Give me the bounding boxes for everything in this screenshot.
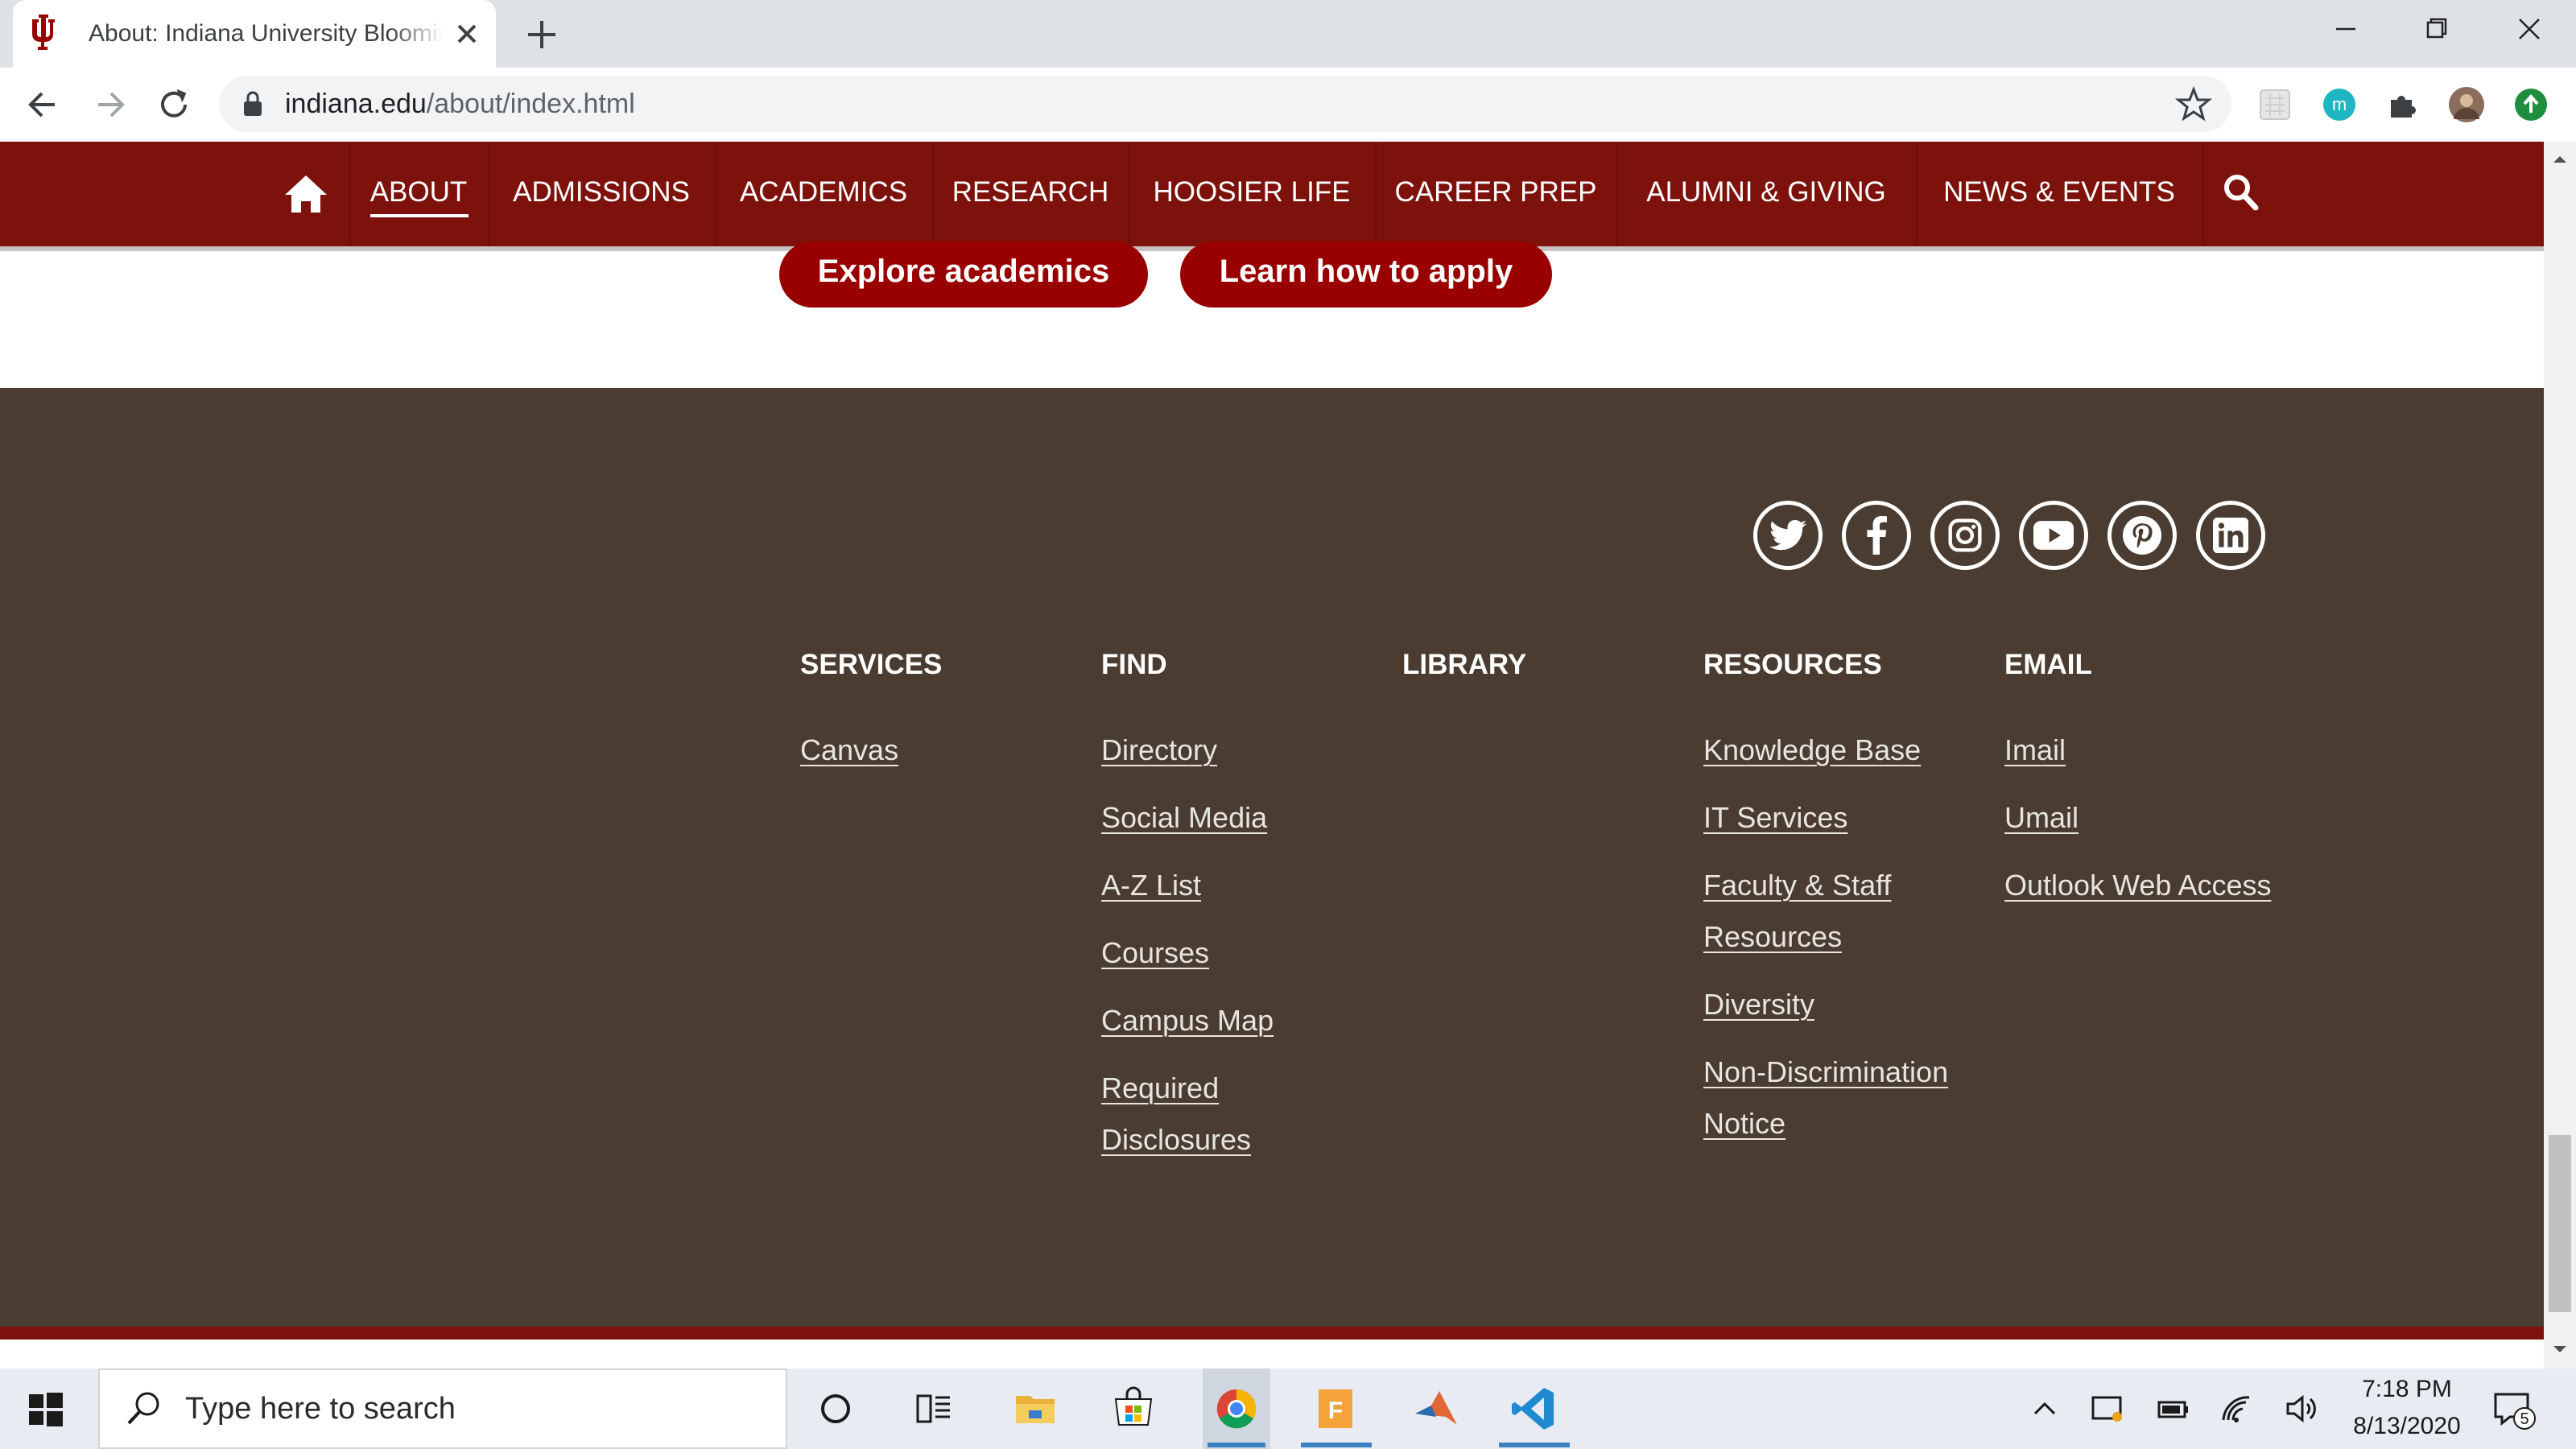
instagram-icon — [1948, 518, 1982, 552]
lock-icon[interactable] — [242, 90, 264, 118]
nav-separator — [2202, 142, 2204, 246]
instagram-link[interactable] — [1930, 501, 2000, 570]
footer-heading-library[interactable]: LIBRARY — [1402, 649, 1526, 681]
chevron-up-icon[interactable] — [2025, 1389, 2064, 1428]
clock-time[interactable]: 7:18 PM — [2318, 1370, 2496, 1409]
footer-link-social-media[interactable]: Social Media — [1101, 792, 1267, 844]
footer-link-required-disclosures[interactable]: Required — [1101, 1063, 1219, 1114]
restore-icon[interactable] — [2413, 13, 2458, 45]
close-tab-icon[interactable] — [451, 18, 483, 50]
svg-text:F: F — [1328, 1397, 1343, 1424]
twitter-link[interactable] — [1753, 501, 1823, 570]
task-view-icon[interactable] — [905, 1381, 963, 1436]
youtube-icon — [2033, 521, 2074, 550]
extensions-puzzle-icon[interactable] — [2381, 84, 2423, 126]
twitter-icon — [1769, 519, 1806, 551]
reload-icon[interactable] — [153, 84, 195, 126]
footer-link-required-disclosures-line2[interactable]: Disclosures — [1101, 1114, 1251, 1166]
footer-heading-email: EMAIL — [2004, 649, 2092, 680]
linkedin-link[interactable] — [2196, 501, 2265, 570]
facebook-link[interactable] — [1842, 501, 1911, 570]
footer-link-diversity[interactable]: Diversity — [1703, 979, 1814, 1030]
svg-text:m: m — [2332, 94, 2347, 114]
youtube-link[interactable] — [2019, 501, 2088, 570]
back-icon[interactable] — [23, 84, 64, 126]
nav-about[interactable]: ABOUT — [349, 142, 488, 248]
scrollbar-thumb[interactable] — [2549, 1135, 2571, 1312]
windows-start-icon[interactable] — [24, 1388, 68, 1431]
footer-link-campus-map[interactable]: Campus Map — [1101, 995, 1274, 1046]
page-bottom — [0, 1340, 2544, 1368]
close-window-icon[interactable] — [2507, 13, 2552, 45]
notifications-icon[interactable]: 5 — [2491, 1386, 2537, 1433]
footer-link-a-z-list[interactable]: A-Z List — [1101, 860, 1201, 911]
nav-news-events[interactable]: NEWS & EVENTS — [1916, 142, 2202, 248]
tab-title: About: Indiana University Bloomington — [89, 20, 443, 47]
footer-link-imail[interactable]: Imail — [2004, 724, 2066, 776]
footer-link-umail[interactable]: Umail — [2004, 792, 2079, 844]
bookmark-star-icon[interactable] — [2175, 85, 2212, 122]
nav-hoosier-life[interactable]: HOOSIER LIFE — [1129, 142, 1375, 248]
footer-link-it-services[interactable]: IT Services — [1703, 792, 1847, 844]
extension-grid-icon[interactable] — [2254, 84, 2296, 126]
footer-link-faculty-staff-resources[interactable]: Faculty & Staff — [1703, 860, 1891, 911]
search-icon[interactable] — [2222, 172, 2259, 213]
url-domain: indiana.edu — [285, 89, 427, 119]
linkedin-icon — [2213, 518, 2248, 553]
nav-alumni-giving[interactable]: ALUMNI & GIVING — [1616, 142, 1916, 248]
m-extension-icon[interactable]: m — [2318, 84, 2360, 126]
active-app-indicator — [1301, 1443, 1372, 1447]
update-icon[interactable] — [2510, 84, 2552, 126]
pinterest-link[interactable] — [2107, 501, 2177, 570]
file-explorer-icon[interactable] — [1006, 1381, 1064, 1436]
search-icon — [127, 1392, 159, 1425]
active-app-indicator — [1208, 1443, 1265, 1447]
forward-icon[interactable] — [89, 84, 130, 126]
nav-admissions[interactable]: ADMISSIONS — [488, 142, 715, 248]
footer-link-courses[interactable]: Courses — [1101, 927, 1209, 979]
notification-count: 5 — [2520, 1410, 2529, 1428]
fusion-360-icon[interactable]: F — [1307, 1381, 1365, 1436]
new-tab-icon[interactable] — [523, 16, 560, 53]
footer-heading-services: SERVICES — [800, 649, 943, 680]
wifi-icon[interactable] — [2219, 1389, 2257, 1428]
microsoft-store-icon[interactable] — [1104, 1381, 1162, 1436]
nav-research[interactable]: RESEARCH — [932, 142, 1129, 248]
nav-academics[interactable]: ACADEMICS — [715, 142, 932, 248]
taskbar-search-placeholder: Type here to search — [185, 1392, 456, 1426]
footer-link-canvas[interactable]: Canvas — [800, 724, 898, 776]
footer-link-knowledge-base[interactable]: Knowledge Base — [1703, 724, 1921, 776]
footer-heading-resources: RESOURCES — [1703, 649, 1882, 680]
matlab-icon[interactable] — [1407, 1381, 1465, 1436]
profile-avatar[interactable] — [2446, 84, 2487, 126]
minimize-icon[interactable] — [2323, 13, 2368, 45]
volume-icon[interactable] — [2283, 1389, 2322, 1428]
cortana-icon[interactable] — [807, 1381, 865, 1436]
scroll-up-icon[interactable] — [2549, 148, 2571, 171]
scroll-down-icon[interactable] — [2549, 1338, 2571, 1360]
url-path: /about/index.html — [426, 89, 635, 119]
facebook-icon — [1867, 516, 1887, 555]
footer-link-outlook-web-access[interactable]: Outlook Web Access — [2004, 860, 2272, 911]
nav-career-prep[interactable]: CAREER PREP — [1375, 142, 1616, 248]
active-app-indicator — [1499, 1443, 1570, 1447]
footer-link-non-discrimination-notice-line2[interactable]: Notice — [1703, 1098, 1785, 1150]
url-text[interactable]: indiana.edu/about/index.html — [285, 85, 635, 122]
home-icon[interactable] — [282, 172, 330, 216]
iu-trident-icon — [32, 14, 55, 50]
security-tray-icon[interactable] — [2088, 1389, 2127, 1428]
footer-crimson-bar — [0, 1327, 2544, 1340]
active-underline — [370, 214, 469, 217]
learn-how-to-apply-button[interactable]: Learn how to apply — [1180, 242, 1552, 308]
battery-icon[interactable] — [2154, 1389, 2193, 1428]
clock-date[interactable]: 8/13/2020 — [2318, 1407, 2496, 1446]
footer-link-non-discrimination-notice[interactable]: Non-Discrimination — [1703, 1046, 1948, 1098]
footer-heading-find: FIND — [1101, 649, 1167, 680]
chrome-icon[interactable] — [1208, 1381, 1265, 1436]
vscode-icon[interactable] — [1505, 1381, 1563, 1436]
explore-academics-button[interactable]: Explore academics — [779, 242, 1148, 308]
footer-link-directory[interactable]: Directory — [1101, 724, 1217, 776]
pinterest-icon — [2123, 516, 2161, 555]
footer-link-faculty-staff-resources-line2[interactable]: Resources — [1703, 911, 1842, 963]
